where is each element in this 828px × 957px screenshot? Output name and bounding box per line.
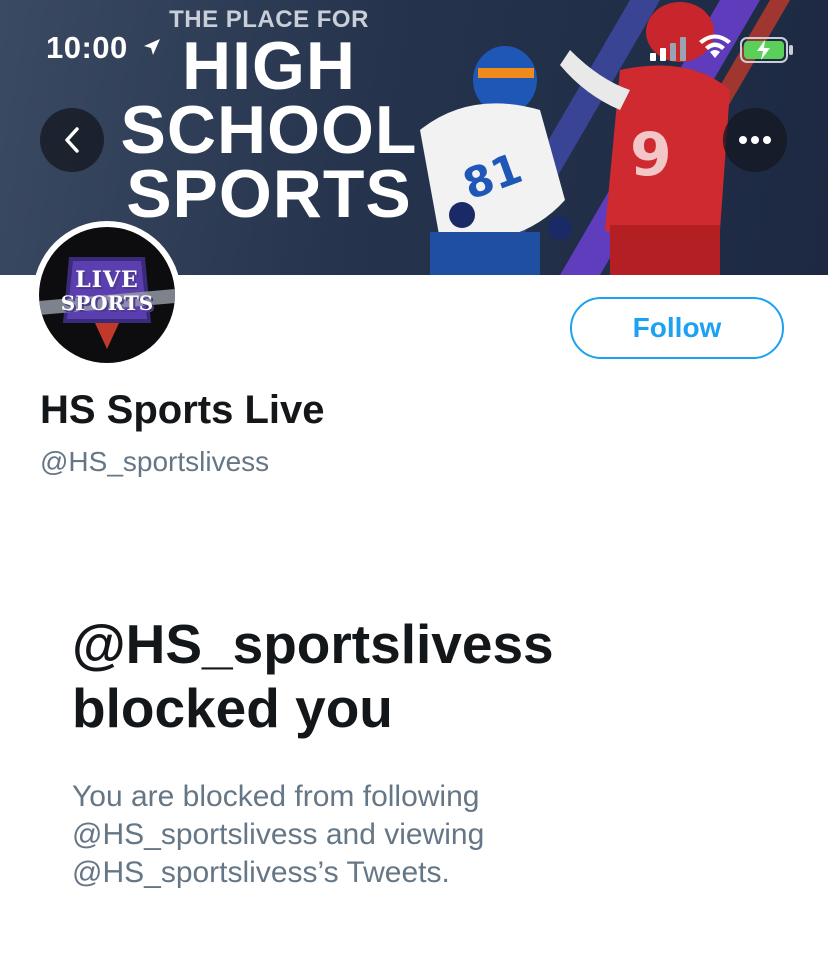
avatar-text-live: LIVE (75, 267, 139, 293)
blocked-heading-text: blocked you (72, 677, 393, 739)
location-arrow-icon (144, 39, 160, 55)
blocked-heading-handle: @HS_sportslivess (72, 613, 554, 675)
status-time: 10:00 (46, 30, 128, 65)
banner-headline-line2: SCHOOL (120, 92, 418, 168)
battery-charging-icon (740, 37, 793, 63)
more-horizontal-icon (739, 136, 771, 144)
follow-button[interactable]: Follow (570, 297, 784, 359)
profile-display-name: HS Sports Live (40, 388, 325, 432)
avatar-logo: LIVE SPORTS (39, 227, 175, 363)
wifi-icon (699, 34, 731, 58)
profile-avatar[interactable]: LIVE SPORTS (33, 221, 181, 369)
status-bar: 10:00 (0, 0, 828, 100)
blocked-heading: @HS_sportslivess blocked you (72, 612, 692, 740)
chevron-left-icon (65, 127, 79, 153)
more-options-button[interactable] (723, 108, 787, 172)
back-button[interactable] (40, 108, 104, 172)
blocked-description: You are blocked from following @HS_sport… (72, 780, 485, 889)
avatar-text-sports: SPORTS (60, 291, 154, 315)
profile-handle: @HS_sportslivess (40, 446, 270, 477)
svg-text:9: 9 (630, 120, 672, 190)
cellular-signal-icon (650, 37, 686, 61)
banner-headline-line3: SPORTS (126, 156, 412, 232)
